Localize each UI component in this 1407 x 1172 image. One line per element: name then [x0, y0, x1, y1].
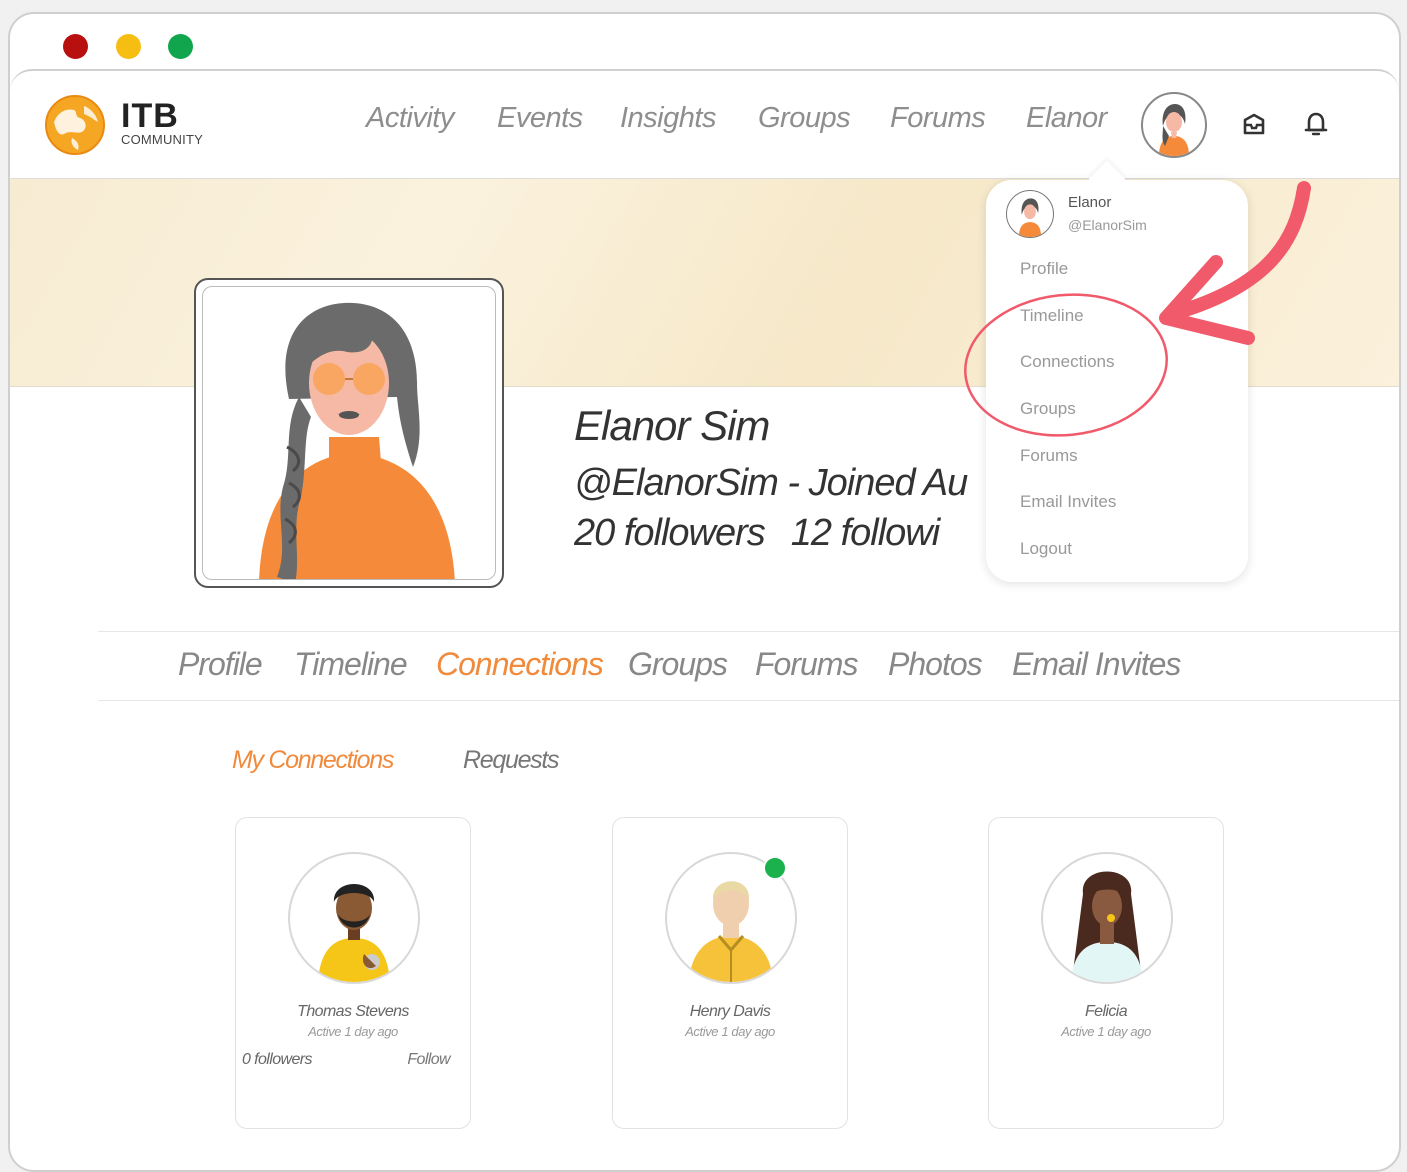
user-dropdown-menu: Elanor @ElanorSim Profile Timeline Conne… [986, 180, 1248, 582]
tab-profile[interactable]: Profile [178, 646, 263, 683]
brand-name: ITB [121, 97, 179, 135]
dropdown-item-profile[interactable]: Profile [1020, 259, 1068, 279]
tabs-bottom-divider [98, 700, 1399, 701]
following-count[interactable]: 12 followi [791, 512, 940, 554]
tab-groups[interactable]: Groups [628, 646, 728, 683]
profile-photo-frame [202, 286, 496, 580]
avatar [1071, 871, 1143, 982]
online-status-indicator [763, 856, 787, 880]
bell-icon[interactable] [1302, 110, 1330, 138]
tabs-top-divider [98, 631, 1399, 632]
connection-name[interactable]: Felicia [989, 1003, 1223, 1021]
connection-card[interactable]: Henry Davis Active 1 day ago [612, 817, 848, 1129]
nav-events[interactable]: Events [497, 102, 583, 135]
profile-illustration [259, 302, 455, 579]
followers-count[interactable]: 20 followers [574, 512, 766, 554]
browser-frame-divider [10, 69, 1399, 91]
tab-forums[interactable]: Forums [755, 646, 858, 683]
globe-logo-icon[interactable] [44, 94, 106, 156]
subtab-my-connections[interactable]: My Connections [232, 746, 394, 775]
nav-activity[interactable]: Activity [366, 102, 454, 135]
dropdown-item-logout[interactable]: Logout [1020, 539, 1072, 559]
connection-name[interactable]: Thomas Stevens [236, 1003, 470, 1021]
connection-followers: 0 followers [242, 1051, 312, 1068]
avatar [318, 884, 390, 982]
follow-button[interactable]: Follow [407, 1051, 450, 1069]
tab-timeline[interactable]: Timeline [294, 646, 408, 683]
dropdown-user-name: Elanor [1068, 194, 1112, 211]
tab-connections[interactable]: Connections [436, 646, 604, 683]
tab-photos[interactable]: Photos [888, 646, 983, 683]
nav-user-elanor[interactable]: Elanor [1026, 102, 1107, 135]
connection-avatar[interactable] [1041, 852, 1173, 984]
close-window-button[interactable] [63, 34, 88, 59]
dropdown-item-connections[interactable]: Connections [1020, 352, 1115, 372]
nav-groups[interactable]: Groups [758, 102, 851, 135]
avatar [1159, 104, 1189, 156]
brand-subtitle: COMMUNITY [121, 132, 203, 147]
brand: ITB COMMUNITY [121, 97, 203, 147]
profile-photo[interactable] [194, 278, 504, 588]
dropdown-user-handle: @ElanorSim [1068, 217, 1147, 233]
maximize-window-button[interactable] [168, 34, 193, 59]
profile-name: Elanor Sim [574, 402, 770, 449]
connection-last-active: Active 1 day ago [685, 1024, 775, 1039]
tab-email-invites[interactable]: Email Invites [1012, 646, 1181, 683]
avatar [1018, 198, 1042, 237]
connection-card[interactable]: Thomas Stevens Active 1 day ago 0 follow… [235, 817, 471, 1129]
user-avatar-button[interactable] [1141, 92, 1207, 158]
app-window: ITB COMMUNITY Activity Events Insights G… [8, 12, 1401, 1172]
connection-card[interactable]: Felicia Active 1 day ago [988, 817, 1224, 1129]
dropdown-avatar [1006, 190, 1054, 238]
inbox-icon[interactable] [1240, 110, 1268, 138]
profile-handle-joined: @ElanorSim - Joined Au [574, 462, 968, 504]
connection-avatar[interactable] [288, 852, 420, 984]
dropdown-item-forums[interactable]: Forums [1020, 446, 1078, 466]
nav-insights[interactable]: Insights [620, 102, 716, 135]
dropdown-item-timeline[interactable]: Timeline [1020, 306, 1084, 326]
connection-name[interactable]: Henry Davis [613, 1003, 847, 1021]
dropdown-item-email-invites[interactable]: Email Invites [1020, 492, 1116, 512]
profile-stats: 20 followers 12 followi [574, 512, 994, 555]
connection-last-active: Active 1 day ago [1061, 1024, 1151, 1039]
nav-forums[interactable]: Forums [890, 102, 986, 135]
connection-last-active: Active 1 day ago [308, 1024, 398, 1039]
subtab-requests[interactable]: Requests [463, 746, 560, 775]
dropdown-item-groups[interactable]: Groups [1020, 399, 1076, 419]
minimize-window-button[interactable] [116, 34, 141, 59]
